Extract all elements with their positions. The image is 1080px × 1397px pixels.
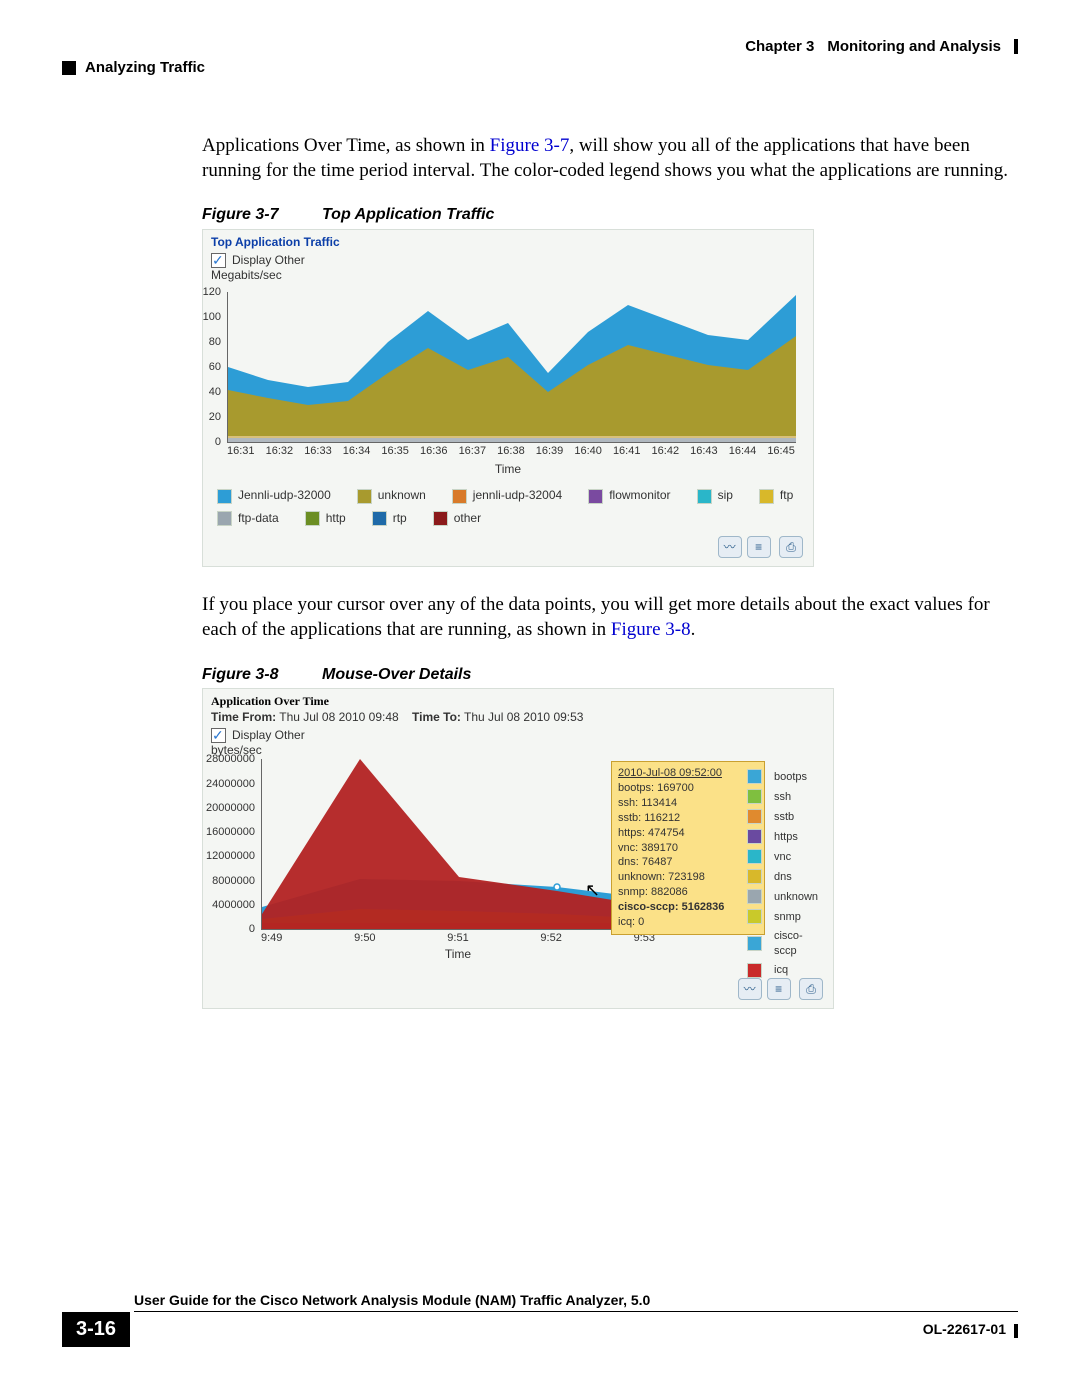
x-axis-label: Time (261, 947, 655, 963)
footer-title: User Guide for the Cisco Network Analysi… (134, 1292, 1018, 1308)
paragraph-1: Applications Over Time, as shown in Figu… (202, 134, 1012, 183)
y-unit-label: bytes/sec (203, 743, 833, 759)
figure-3-8-link[interactable]: Figure 3-8 (611, 619, 691, 640)
chapter-title: Monitoring and Analysis (827, 38, 1001, 55)
chapter-num: Chapter 3 (745, 38, 814, 55)
chart-view-icon[interactable]: 〰 (738, 978, 762, 1000)
square-icon (62, 61, 76, 75)
figure-3-8-caption: Figure 3-8Mouse-Over Details (202, 665, 1012, 686)
table-view-icon[interactable]: ≡ (767, 978, 791, 1000)
cursor-icon: ↖ (585, 879, 600, 902)
chart-toolbar: 〰≡ ⎙ (713, 536, 803, 558)
header-right: Chapter 3 Monitoring and Analysis (62, 38, 1018, 55)
footer: User Guide for the Cisco Network Analysi… (62, 1292, 1018, 1347)
display-other-checkbox[interactable] (211, 728, 226, 743)
vbar-icon (1014, 1324, 1018, 1338)
export-icon[interactable]: ⎙ (779, 536, 803, 558)
paragraph-2: If you place your cursor over any of the… (202, 593, 1012, 642)
chart-title: Application Over Time (203, 689, 833, 710)
chart-toolbar: 〰≡ ⎙ (733, 978, 823, 1000)
section-title: Analyzing Traffic (85, 59, 205, 76)
x-axis-label: Time (203, 462, 813, 478)
page-number: 3-16 (62, 1312, 130, 1347)
table-view-icon[interactable]: ≡ (747, 536, 771, 558)
figure-3-7-caption: Figure 3-7Top Application Traffic (202, 205, 1012, 226)
chart-area (261, 759, 656, 930)
y-unit-label: Megabits/sec (203, 268, 813, 284)
figure-3-7: Top Application Traffic Display Other Me… (202, 229, 814, 567)
figure-3-8: Application Over Time Time From: Thu Jul… (202, 688, 834, 1009)
display-other-checkbox[interactable] (211, 253, 226, 268)
chart-title: Top Application Traffic (203, 230, 813, 251)
y-axis-ticks: 2800000024000000200000001600000012000000… (203, 759, 261, 929)
chart-view-icon[interactable]: 〰 (718, 536, 742, 558)
doc-number: OL-22617-01 (923, 1321, 1018, 1337)
header-left: Analyzing Traffic (62, 59, 1018, 76)
body: Applications Over Time, as shown in Figu… (202, 134, 1012, 1009)
time-range: Time From: Thu Jul 08 2010 09:48 Time To… (203, 710, 833, 726)
vbar-icon (1014, 39, 1018, 54)
figure-3-7-link[interactable]: Figure 3-7 (490, 135, 570, 156)
hover-tooltip: 2010-Jul-08 09:52:00 bootps: 169700ssh: … (611, 761, 765, 934)
display-other-label: Display Other (232, 253, 305, 269)
display-other-label: Display Other (232, 728, 305, 744)
chart-area (227, 292, 796, 443)
legend: bootps ssh sstb https vnc dns unknown sn… (747, 769, 825, 983)
x-axis-ticks: 16:3116:3216:3316:3416:3516:3616:3716:38… (227, 444, 795, 458)
legend: Jennli-udp-32000 unknown jennli-udp-3200… (217, 488, 801, 533)
x-axis-ticks: 9:499:509:519:529:53 (261, 931, 655, 945)
y-axis-ticks: 120100806040200 (203, 292, 227, 442)
export-icon[interactable]: ⎙ (799, 978, 823, 1000)
